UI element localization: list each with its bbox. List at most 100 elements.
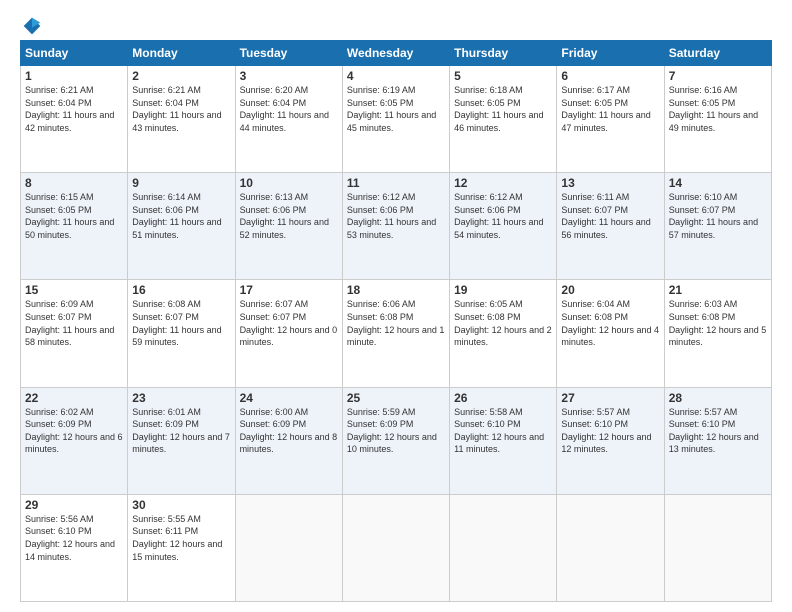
day-number: 28 xyxy=(669,391,767,405)
day-info: Sunrise: 5:56 AMSunset: 6:10 PMDaylight:… xyxy=(25,514,115,562)
calendar-cell: 15 Sunrise: 6:09 AMSunset: 6:07 PMDaylig… xyxy=(21,280,128,387)
calendar-week-3: 22 Sunrise: 6:02 AMSunset: 6:09 PMDaylig… xyxy=(21,387,772,494)
day-info: Sunrise: 5:55 AMSunset: 6:11 PMDaylight:… xyxy=(132,514,222,562)
day-info: Sunrise: 6:02 AMSunset: 6:09 PMDaylight:… xyxy=(25,407,123,455)
calendar-cell: 23 Sunrise: 6:01 AMSunset: 6:09 PMDaylig… xyxy=(128,387,235,494)
day-info: Sunrise: 6:18 AMSunset: 6:05 PMDaylight:… xyxy=(454,85,543,133)
day-number: 11 xyxy=(347,176,445,190)
calendar-cell: 29 Sunrise: 5:56 AMSunset: 6:10 PMDaylig… xyxy=(21,494,128,601)
logo xyxy=(20,16,42,32)
day-number: 14 xyxy=(669,176,767,190)
calendar-cell: 5 Sunrise: 6:18 AMSunset: 6:05 PMDayligh… xyxy=(450,66,557,173)
day-number: 10 xyxy=(240,176,338,190)
day-info: Sunrise: 5:57 AMSunset: 6:10 PMDaylight:… xyxy=(561,407,651,455)
day-info: Sunrise: 6:00 AMSunset: 6:09 PMDaylight:… xyxy=(240,407,338,455)
calendar-cell: 1 Sunrise: 6:21 AMSunset: 6:04 PMDayligh… xyxy=(21,66,128,173)
day-header-sunday: Sunday xyxy=(21,41,128,66)
day-info: Sunrise: 6:11 AMSunset: 6:07 PMDaylight:… xyxy=(561,192,650,240)
calendar-cell: 2 Sunrise: 6:21 AMSunset: 6:04 PMDayligh… xyxy=(128,66,235,173)
calendar-cell xyxy=(664,494,771,601)
day-number: 20 xyxy=(561,283,659,297)
day-info: Sunrise: 6:19 AMSunset: 6:05 PMDaylight:… xyxy=(347,85,436,133)
day-number: 3 xyxy=(240,69,338,83)
day-number: 26 xyxy=(454,391,552,405)
day-info: Sunrise: 5:57 AMSunset: 6:10 PMDaylight:… xyxy=(669,407,759,455)
day-header-friday: Friday xyxy=(557,41,664,66)
day-info: Sunrise: 6:05 AMSunset: 6:08 PMDaylight:… xyxy=(454,299,552,347)
calendar-cell: 8 Sunrise: 6:15 AMSunset: 6:05 PMDayligh… xyxy=(21,173,128,280)
day-number: 27 xyxy=(561,391,659,405)
calendar-cell: 10 Sunrise: 6:13 AMSunset: 6:06 PMDaylig… xyxy=(235,173,342,280)
calendar-cell: 27 Sunrise: 5:57 AMSunset: 6:10 PMDaylig… xyxy=(557,387,664,494)
page: SundayMondayTuesdayWednesdayThursdayFrid… xyxy=(0,0,792,612)
day-info: Sunrise: 6:04 AMSunset: 6:08 PMDaylight:… xyxy=(561,299,659,347)
calendar-week-2: 15 Sunrise: 6:09 AMSunset: 6:07 PMDaylig… xyxy=(21,280,772,387)
calendar-cell: 22 Sunrise: 6:02 AMSunset: 6:09 PMDaylig… xyxy=(21,387,128,494)
day-number: 17 xyxy=(240,283,338,297)
calendar-cell: 17 Sunrise: 6:07 AMSunset: 6:07 PMDaylig… xyxy=(235,280,342,387)
day-number: 2 xyxy=(132,69,230,83)
calendar-cell: 30 Sunrise: 5:55 AMSunset: 6:11 PMDaylig… xyxy=(128,494,235,601)
calendar-header-row: SundayMondayTuesdayWednesdayThursdayFrid… xyxy=(21,41,772,66)
calendar-cell: 18 Sunrise: 6:06 AMSunset: 6:08 PMDaylig… xyxy=(342,280,449,387)
calendar-cell xyxy=(450,494,557,601)
day-info: Sunrise: 6:20 AMSunset: 6:04 PMDaylight:… xyxy=(240,85,329,133)
day-info: Sunrise: 6:09 AMSunset: 6:07 PMDaylight:… xyxy=(25,299,114,347)
calendar-cell: 9 Sunrise: 6:14 AMSunset: 6:06 PMDayligh… xyxy=(128,173,235,280)
calendar-cell: 24 Sunrise: 6:00 AMSunset: 6:09 PMDaylig… xyxy=(235,387,342,494)
calendar-cell: 19 Sunrise: 6:05 AMSunset: 6:08 PMDaylig… xyxy=(450,280,557,387)
calendar-cell: 11 Sunrise: 6:12 AMSunset: 6:06 PMDaylig… xyxy=(342,173,449,280)
calendar-cell: 12 Sunrise: 6:12 AMSunset: 6:06 PMDaylig… xyxy=(450,173,557,280)
day-info: Sunrise: 6:16 AMSunset: 6:05 PMDaylight:… xyxy=(669,85,758,133)
calendar-cell: 28 Sunrise: 5:57 AMSunset: 6:10 PMDaylig… xyxy=(664,387,771,494)
day-info: Sunrise: 6:12 AMSunset: 6:06 PMDaylight:… xyxy=(347,192,436,240)
calendar-cell xyxy=(342,494,449,601)
day-header-monday: Monday xyxy=(128,41,235,66)
day-number: 9 xyxy=(132,176,230,190)
day-info: Sunrise: 6:07 AMSunset: 6:07 PMDaylight:… xyxy=(240,299,338,347)
day-header-thursday: Thursday xyxy=(450,41,557,66)
day-header-saturday: Saturday xyxy=(664,41,771,66)
day-number: 6 xyxy=(561,69,659,83)
day-number: 24 xyxy=(240,391,338,405)
day-info: Sunrise: 6:14 AMSunset: 6:06 PMDaylight:… xyxy=(132,192,221,240)
calendar-cell: 13 Sunrise: 6:11 AMSunset: 6:07 PMDaylig… xyxy=(557,173,664,280)
day-number: 25 xyxy=(347,391,445,405)
day-number: 13 xyxy=(561,176,659,190)
day-number: 18 xyxy=(347,283,445,297)
calendar-cell: 7 Sunrise: 6:16 AMSunset: 6:05 PMDayligh… xyxy=(664,66,771,173)
day-number: 5 xyxy=(454,69,552,83)
day-number: 8 xyxy=(25,176,123,190)
day-header-tuesday: Tuesday xyxy=(235,41,342,66)
day-number: 16 xyxy=(132,283,230,297)
day-number: 4 xyxy=(347,69,445,83)
header xyxy=(20,16,772,32)
calendar-cell: 3 Sunrise: 6:20 AMSunset: 6:04 PMDayligh… xyxy=(235,66,342,173)
calendar-cell: 20 Sunrise: 6:04 AMSunset: 6:08 PMDaylig… xyxy=(557,280,664,387)
day-header-wednesday: Wednesday xyxy=(342,41,449,66)
day-info: Sunrise: 6:10 AMSunset: 6:07 PMDaylight:… xyxy=(669,192,758,240)
calendar-cell: 25 Sunrise: 5:59 AMSunset: 6:09 PMDaylig… xyxy=(342,387,449,494)
calendar-week-0: 1 Sunrise: 6:21 AMSunset: 6:04 PMDayligh… xyxy=(21,66,772,173)
day-number: 12 xyxy=(454,176,552,190)
day-info: Sunrise: 6:21 AMSunset: 6:04 PMDaylight:… xyxy=(132,85,221,133)
day-info: Sunrise: 5:58 AMSunset: 6:10 PMDaylight:… xyxy=(454,407,544,455)
day-number: 30 xyxy=(132,498,230,512)
day-number: 1 xyxy=(25,69,123,83)
day-info: Sunrise: 5:59 AMSunset: 6:09 PMDaylight:… xyxy=(347,407,437,455)
day-info: Sunrise: 6:06 AMSunset: 6:08 PMDaylight:… xyxy=(347,299,445,347)
day-info: Sunrise: 6:21 AMSunset: 6:04 PMDaylight:… xyxy=(25,85,114,133)
calendar-cell xyxy=(235,494,342,601)
day-number: 19 xyxy=(454,283,552,297)
day-number: 21 xyxy=(669,283,767,297)
day-info: Sunrise: 6:01 AMSunset: 6:09 PMDaylight:… xyxy=(132,407,230,455)
day-info: Sunrise: 6:03 AMSunset: 6:08 PMDaylight:… xyxy=(669,299,767,347)
day-info: Sunrise: 6:15 AMSunset: 6:05 PMDaylight:… xyxy=(25,192,114,240)
day-info: Sunrise: 6:12 AMSunset: 6:06 PMDaylight:… xyxy=(454,192,543,240)
calendar-table: SundayMondayTuesdayWednesdayThursdayFrid… xyxy=(20,40,772,602)
day-number: 22 xyxy=(25,391,123,405)
calendar-cell: 26 Sunrise: 5:58 AMSunset: 6:10 PMDaylig… xyxy=(450,387,557,494)
day-number: 15 xyxy=(25,283,123,297)
calendar-cell: 14 Sunrise: 6:10 AMSunset: 6:07 PMDaylig… xyxy=(664,173,771,280)
day-info: Sunrise: 6:17 AMSunset: 6:05 PMDaylight:… xyxy=(561,85,650,133)
